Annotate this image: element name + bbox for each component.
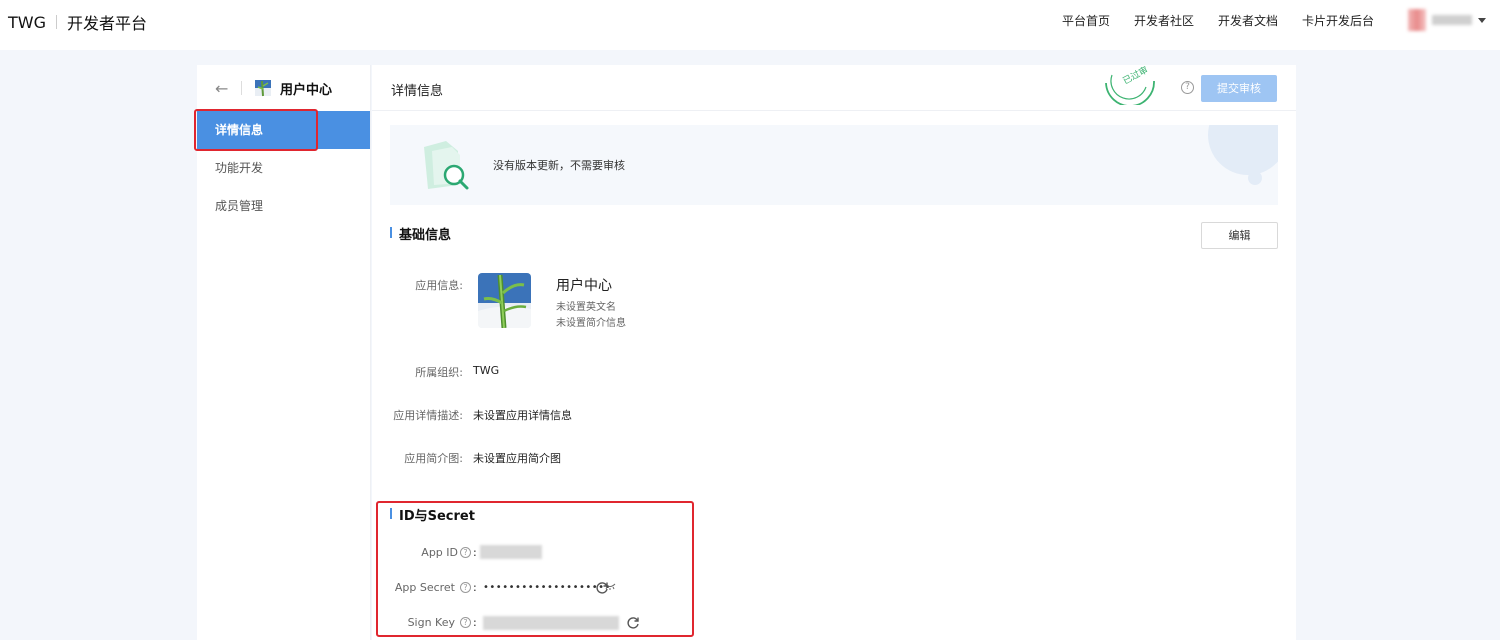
help-icon[interactable]: ?: [1181, 81, 1194, 94]
sidebar-item-details[interactable]: 详情信息: [197, 111, 370, 149]
username-redacted: [1432, 15, 1472, 25]
document-search-icon: [424, 141, 469, 190]
app-name: 用户中心: [556, 278, 612, 294]
app-description-value: 未设置应用详情信息: [473, 409, 572, 422]
app-id-value-redacted: [480, 545, 542, 559]
nav-developer-docs[interactable]: 开发者文档: [1218, 12, 1278, 29]
stamp-label: 已过审: [1121, 64, 1150, 87]
back-arrow-icon[interactable]: ←: [215, 79, 233, 98]
app-secret-colon: :: [473, 581, 477, 594]
sidebar: ← 用户中心 详情信息 功能开发 成员管理: [197, 65, 371, 640]
label-app-image: 应用简介图:: [404, 452, 463, 465]
sidebar-divider: [241, 81, 242, 95]
app-id-help-icon[interactable]: ?: [460, 547, 471, 558]
app-image-value: 未设置应用简介图: [473, 452, 561, 465]
label-app-secret: App Secret: [394, 581, 455, 594]
section-title-basic: 基础信息: [390, 224, 451, 243]
sign-key-help-icon[interactable]: ?: [460, 617, 471, 628]
main-panel: 详情信息 已过审 ? 提交审核 没有版本更新，不需要审核 基础信息 编辑 应用信…: [372, 64, 1296, 640]
main-header: 详情信息 已过审 ? 提交审核: [372, 64, 1296, 111]
refresh-sign-key-icon[interactable]: [626, 616, 640, 630]
app-id-colon: :: [473, 546, 477, 559]
app-mini-icon: [254, 79, 272, 97]
refresh-secret-icon[interactable]: [595, 581, 609, 595]
user-menu[interactable]: [1408, 9, 1486, 31]
organization-value: TWG: [473, 364, 500, 377]
sidebar-header: ← 用户中心: [197, 65, 370, 111]
brand-name: TWG: [8, 12, 46, 32]
brand-logo[interactable]: TWG 开发者平台: [8, 10, 147, 34]
app-brief: 未设置简介信息: [556, 318, 626, 329]
decor-dot: [1248, 171, 1262, 185]
nav-platform-home[interactable]: 平台首页: [1062, 12, 1110, 29]
sidebar-app-title: 用户中心: [280, 82, 333, 98]
section-title-id-secret: ID与Secret: [390, 505, 475, 524]
caret-down-icon: [1478, 17, 1486, 23]
approved-stamp-icon: 已过审: [1105, 64, 1155, 105]
label-sign-key: Sign Key: [407, 616, 455, 629]
label-app-info: 应用信息:: [415, 279, 463, 292]
app-secret-value: ••••••••••••••••••••: [483, 582, 611, 593]
label-app-id: App ID: [421, 546, 458, 559]
sidebar-item-members[interactable]: 成员管理: [197, 187, 370, 225]
page-title: 详情信息: [391, 84, 444, 99]
label-app-description: 应用详情描述:: [393, 409, 463, 422]
app-english-name: 未设置英文名: [556, 302, 616, 313]
top-nav: 平台首页 开发者社区 开发者文档 卡片开发后台: [1062, 12, 1374, 29]
submit-review-button[interactable]: 提交审核: [1201, 75, 1277, 102]
sidebar-item-feature-dev[interactable]: 功能开发: [197, 149, 370, 187]
label-organization: 所属组织:: [415, 366, 463, 379]
sign-key-value-redacted: [483, 616, 619, 630]
app-icon: [478, 273, 531, 328]
app-secret-help-icon[interactable]: ?: [460, 582, 471, 593]
edit-button[interactable]: 编辑: [1201, 222, 1278, 249]
brand-divider: [56, 15, 57, 29]
sign-key-colon: :: [473, 616, 477, 629]
top-header: TWG 开发者平台 平台首页 开发者社区 开发者文档 卡片开发后台: [0, 0, 1500, 50]
notice-text: 没有版本更新，不需要审核: [493, 159, 625, 172]
nav-developer-community[interactable]: 开发者社区: [1134, 12, 1194, 29]
decor-circle: [1208, 125, 1278, 175]
review-notice-banner: 没有版本更新，不需要审核: [390, 125, 1278, 205]
nav-card-dev-console[interactable]: 卡片开发后台: [1302, 12, 1374, 29]
platform-name: 开发者平台: [67, 14, 148, 33]
avatar: [1408, 9, 1426, 31]
